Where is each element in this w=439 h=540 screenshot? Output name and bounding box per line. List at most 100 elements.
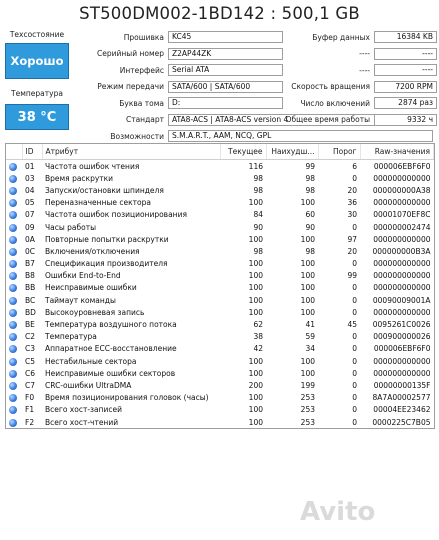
attribute-cell: Запуски/остановки шпинделя <box>45 185 164 195</box>
threshold-cell: 97 <box>347 234 357 244</box>
status-column-header[interactable] <box>6 144 23 160</box>
rpm-label: Скорость вращения <box>291 82 370 92</box>
table-row[interactable]: C3 Аппаратное ECC-восстановление 42 34 0 0000… <box>6 343 434 355</box>
smart-table: ID Атрибут Текущее Наихудш... Порог Raw-… <box>5 143 435 430</box>
status-panel: Техсостояние Хорошо Температура 38 °C <box>4 30 70 130</box>
health-status-button[interactable]: Хорошо <box>5 43 69 79</box>
table-row[interactable]: 07 Частота ошибок позиционирования 84 60 30 0… <box>6 209 434 221</box>
id-cell: C2 <box>25 332 36 342</box>
threshold-cell: 0 <box>352 307 357 317</box>
status-dot-icon <box>9 369 17 378</box>
worst-cell: 100 <box>300 283 315 293</box>
table-row[interactable]: BE Температура воздушного потока 62 41 45 009… <box>6 318 434 330</box>
attribute-cell: Включения/отключения <box>45 246 140 256</box>
status-dot-icon <box>9 186 17 195</box>
table-row[interactable]: C7 CRC-ошибки UltraDMA 200 199 0 00000000135F <box>6 379 434 391</box>
table-row[interactable]: 03 Время раскрутки 98 98 0 000000000000 <box>6 172 434 184</box>
id-cell: 03 <box>25 173 35 183</box>
table-row[interactable]: BB Неисправимые ошибки 100 100 0 000000000000 <box>6 282 434 294</box>
empty-value-1: ---- <box>374 47 437 60</box>
current-cell: 100 <box>248 417 263 427</box>
worst-column-header[interactable]: Наихудш... <box>266 144 319 160</box>
status-dot-cell <box>6 221 22 233</box>
drive-title: ST500DM002-1BD142 : 500,1 GB <box>79 4 360 23</box>
status-dot-cell <box>6 294 22 306</box>
attribute-cell: CRC-ошибки UltraDMA <box>45 380 132 390</box>
buffer-label: Буфер данных <box>312 32 370 42</box>
worst-cell: 253 <box>300 405 315 415</box>
status-dot-icon <box>9 321 17 330</box>
status-dot-cell <box>6 404 22 416</box>
worst-cell: 199 <box>300 380 315 390</box>
table-row[interactable]: F0 Время позиционирования головок (часы) 1… <box>6 392 434 404</box>
table-row[interactable]: C6 Неисправимые ошибки секторов 100 100 0 000… <box>6 367 434 379</box>
serial-value: Z2AP44ZK <box>168 47 283 60</box>
table-row[interactable]: 04 Запуски/остановки шпинделя 98 98 20 000000… <box>6 184 434 196</box>
current-cell: 42 <box>253 344 263 354</box>
current-cell: 100 <box>248 271 263 281</box>
raw-cell: 000000000A38 <box>372 185 431 195</box>
status-dot-cell <box>6 184 22 196</box>
table-row[interactable]: B8 Ошибки End-to-End 100 100 99 000000000000 <box>6 270 434 282</box>
threshold-cell: 6 <box>352 161 357 171</box>
id-cell: 09 <box>25 222 35 232</box>
raw-cell: 0000225C7B05 <box>372 417 431 427</box>
table-row[interactable]: 0A Повторные попытки раскрутки 100 100 97 000… <box>6 233 434 245</box>
volume-label: Буква тома <box>119 98 164 108</box>
id-column-header[interactable]: ID <box>22 144 43 160</box>
status-dot-cell <box>6 379 22 391</box>
worst-cell: 100 <box>300 368 315 378</box>
attribute-cell: Нестабильные сектора <box>45 356 137 366</box>
table-row[interactable]: F1 Всего хост-записей 100 253 0 00004EE23462 <box>6 404 434 416</box>
table-row[interactable]: 09 Часы работы 90 90 0 000000002474 <box>6 221 434 233</box>
worst-cell: 41 <box>305 320 315 330</box>
threshold-cell: 45 <box>347 320 357 330</box>
worst-cell: 100 <box>300 295 315 305</box>
status-dot-icon <box>9 272 17 281</box>
table-row[interactable]: 01 Частота ошибок чтения 116 99 6 000006EBF6F… <box>6 160 434 173</box>
threshold-cell: 99 <box>347 271 357 281</box>
status-dot-cell <box>6 233 22 245</box>
status-dot-cell <box>6 160 22 173</box>
status-dot-icon <box>9 394 17 403</box>
attribute-cell: Переназначенные сектора <box>45 198 151 208</box>
threshold-cell: 0 <box>352 356 357 366</box>
worst-cell: 100 <box>300 356 315 366</box>
current-column-header[interactable]: Текущее <box>220 144 267 160</box>
threshold-cell: 0 <box>352 259 357 269</box>
attribute-cell: Часы работы <box>45 222 97 232</box>
attribute-cell: Температура воздушного потока <box>45 320 177 330</box>
table-row[interactable]: B7 Спецификация производителя 100 100 0 00000… <box>6 258 434 270</box>
id-cell: 0A <box>25 234 35 244</box>
raw-column-header[interactable]: Raw-значения <box>360 144 434 160</box>
poweron-value: 2874 раз <box>374 97 437 110</box>
transfer-label: Режим передачи <box>97 82 164 92</box>
current-cell: 100 <box>248 198 263 208</box>
worst-cell: 99 <box>305 161 315 171</box>
threshold-cell: 0 <box>352 368 357 378</box>
buffer-value: 16384 KB <box>374 31 437 44</box>
firmware-value: KC45 <box>168 31 283 44</box>
table-row[interactable]: F2 Всего хост-чтений 100 253 0 0000225C7B05 <box>6 416 434 428</box>
temperature-button[interactable]: 38 °C <box>5 104 69 130</box>
table-row[interactable]: C2 Температура 38 59 0 000900000026 <box>6 331 434 343</box>
table-row[interactable]: 0C Включения/отключения 98 98 20 000000000B3A <box>6 245 434 257</box>
threshold-column-header[interactable]: Порог <box>318 144 361 160</box>
threshold-cell: 0 <box>352 283 357 293</box>
attribute-cell: Ошибки End-to-End <box>45 271 121 281</box>
table-row[interactable]: 05 Переназначенные сектора 100 100 36 0000000… <box>6 197 434 209</box>
status-dot-icon <box>9 211 17 220</box>
raw-cell: 000006EBF6F0 <box>373 161 431 171</box>
table-row[interactable]: C5 Нестабильные сектора 100 100 0 00000000000… <box>6 355 434 367</box>
current-cell: 100 <box>248 356 263 366</box>
attribute-cell: Частота ошибок чтения <box>45 161 140 171</box>
worst-cell: 100 <box>300 307 315 317</box>
attribute-column-header[interactable]: Атрибут <box>42 144 221 160</box>
table-row[interactable]: BC Таймаут команды 100 100 0 00090009001A <box>6 294 434 306</box>
threshold-cell: 0 <box>352 380 357 390</box>
poweron-label: Число включений <box>300 98 370 108</box>
status-dot-icon <box>9 235 17 244</box>
current-cell: 100 <box>248 259 263 269</box>
table-row[interactable]: BD Высокоуровневая запись 100 100 0 000000000… <box>6 306 434 318</box>
threshold-cell: 36 <box>347 198 357 208</box>
